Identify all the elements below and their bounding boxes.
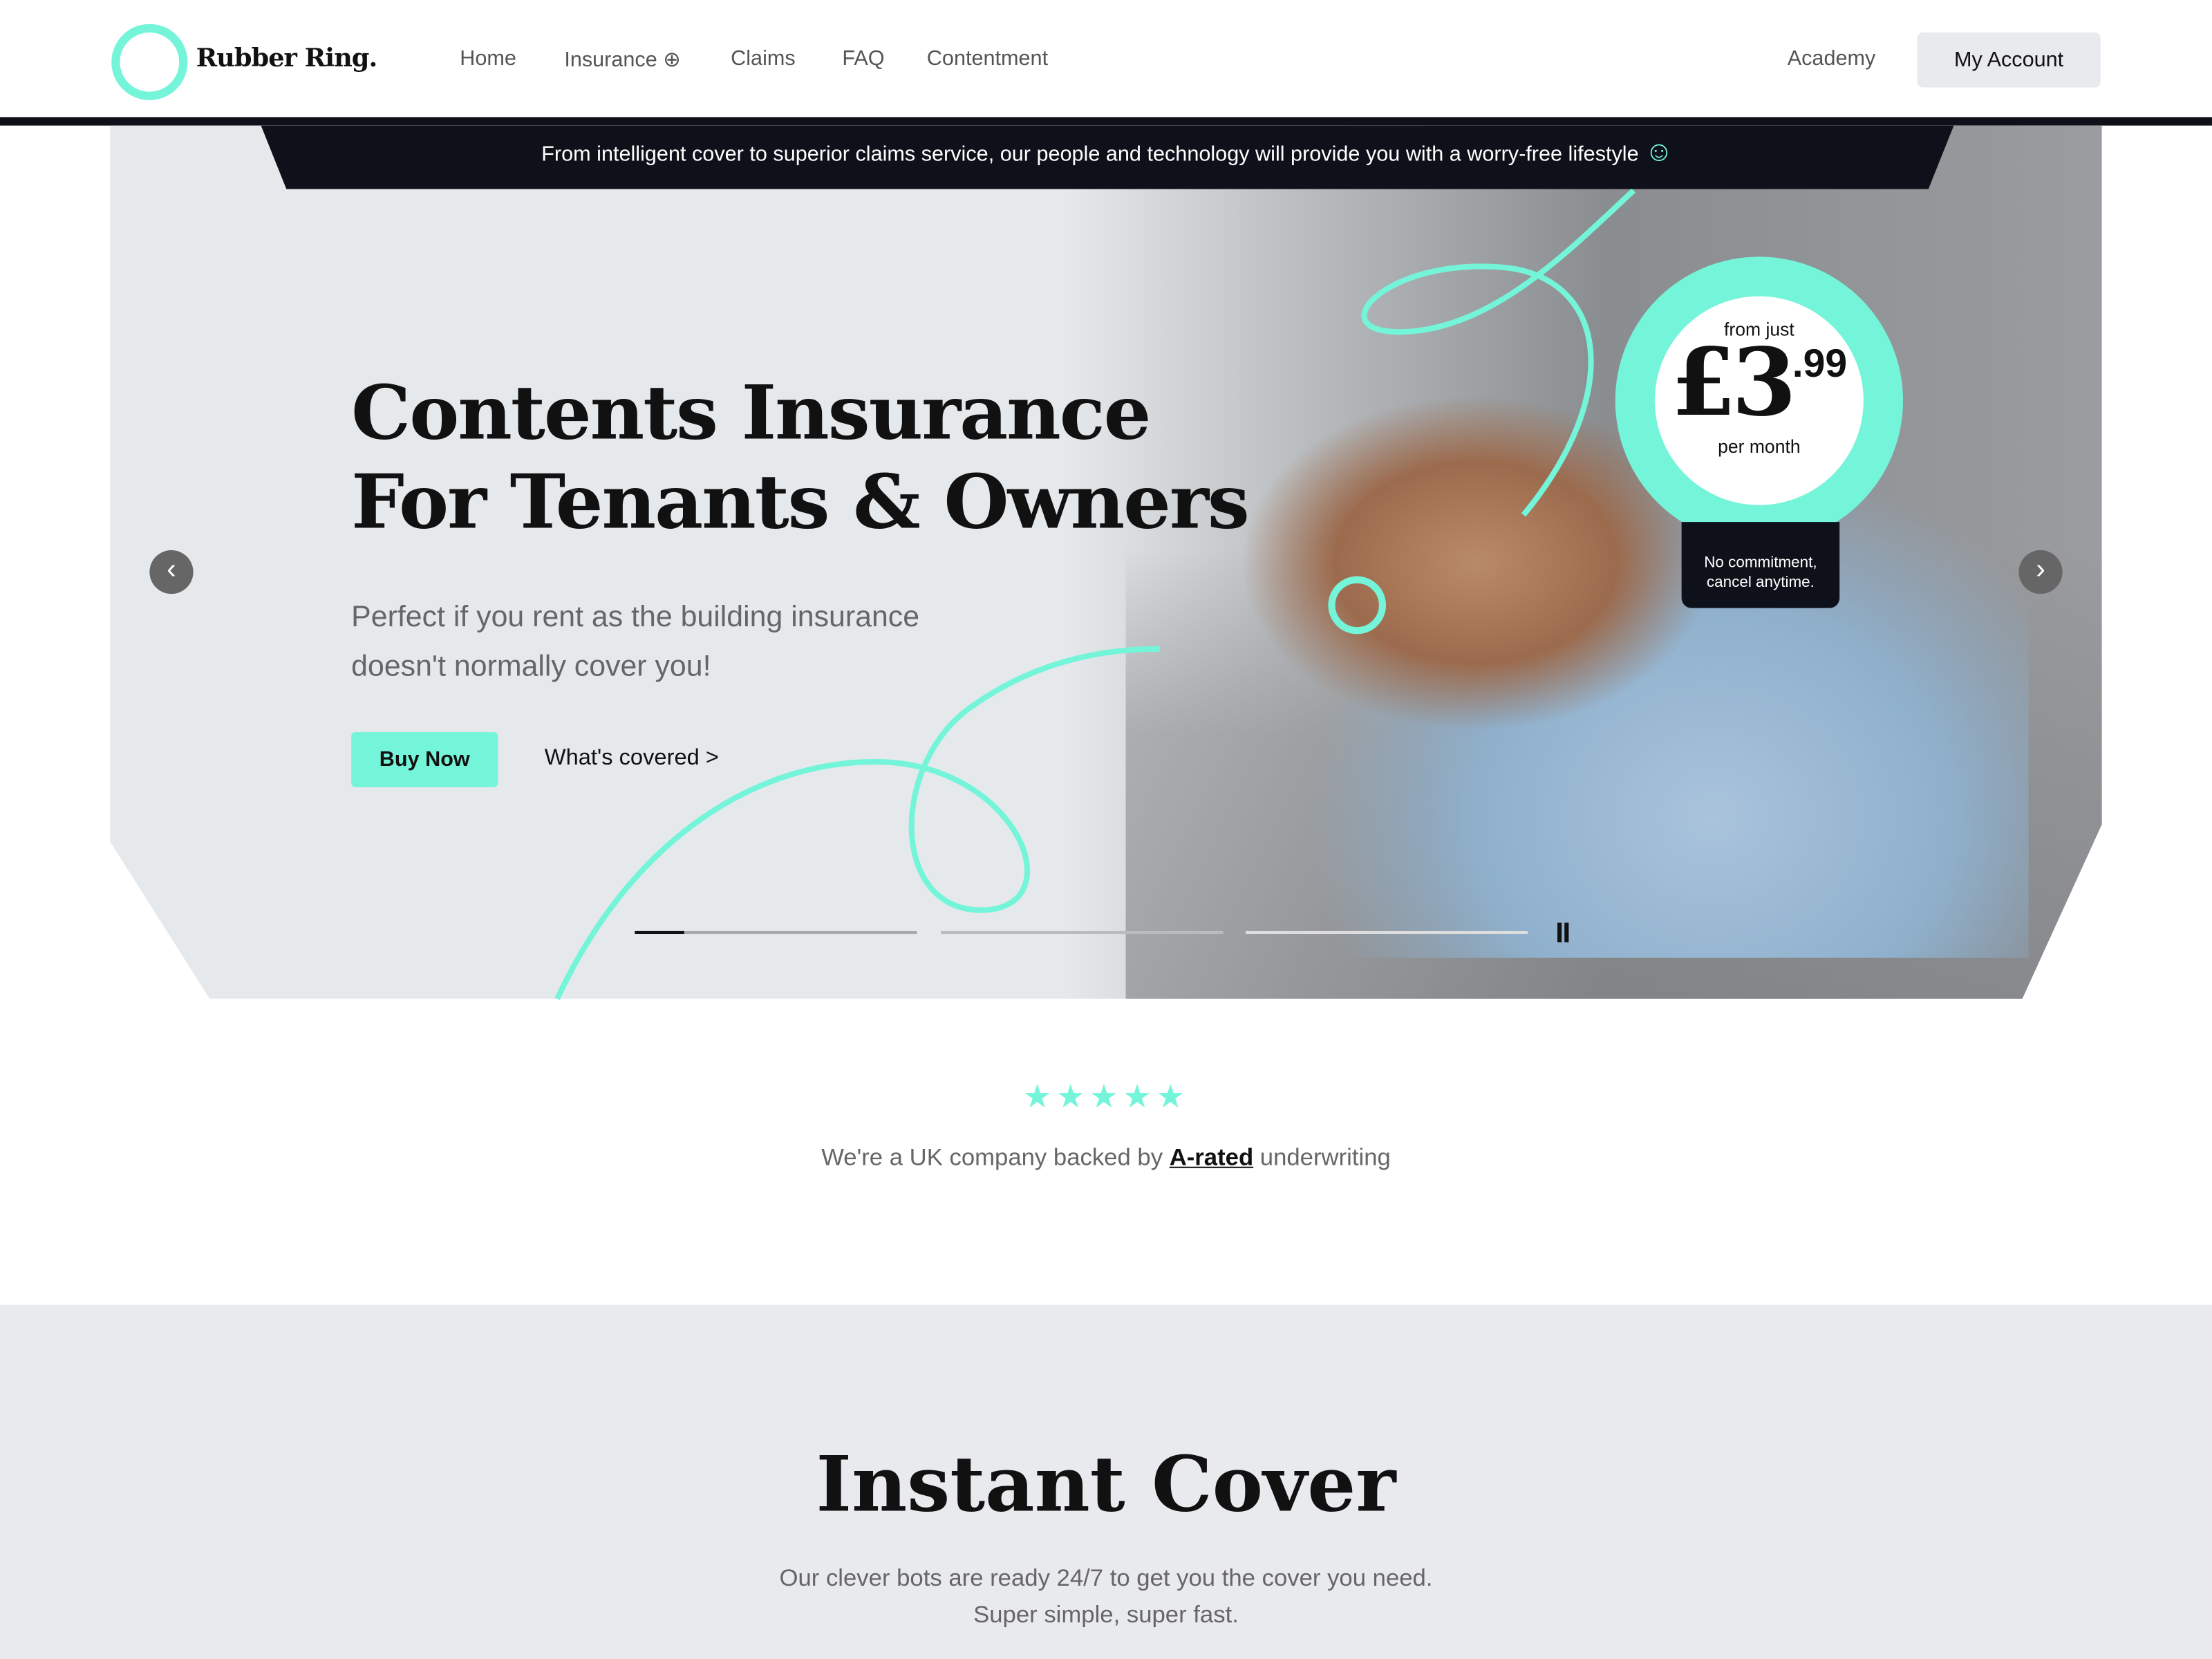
carousel-indicator-1[interactable]	[635, 930, 917, 935]
carousel-indicator-3[interactable]	[1246, 930, 1528, 935]
buy-now-button[interactable]: Buy Now	[351, 732, 498, 787]
price-period: per month	[1718, 435, 1801, 458]
instant-cover-line-2: Super simple, super fast.	[973, 1601, 1239, 1629]
instant-cover-description: Our clever bots are ready 24/7 to get yo…	[0, 1560, 2212, 1633]
hero-subtitle-line-2: doesn't normally cover you!	[351, 650, 711, 683]
smiley-heart-icon: ☺	[1644, 136, 1674, 168]
price-amount: £3.99	[1655, 336, 1864, 429]
hero-title-line-1: Contents Insurance	[351, 369, 1151, 458]
price-pence: .99	[1792, 341, 1848, 386]
carousel-prev-button[interactable]: ‹	[149, 550, 194, 594]
hero-title: Contents Insurance For Tenants & Owners	[351, 369, 1250, 547]
carousel-next-button[interactable]: ›	[2018, 550, 2063, 594]
note-line-1: No commitment,	[1704, 554, 1817, 572]
whats-covered-link[interactable]: What's covered >	[545, 747, 719, 772]
promo-banner: From intelligent cover to superior claim…	[261, 125, 1954, 189]
hero-subtitle-line-1: Perfect if you rent as the building insu…	[351, 601, 920, 634]
price-pounds: £3	[1671, 327, 1797, 438]
instant-cover-title: Instant Cover	[816, 1438, 1396, 1530]
banner-text: From intelligent cover to superior claim…	[541, 142, 1639, 167]
price-badge: from just £3.99 per month	[1615, 256, 1904, 545]
note-line-2: cancel anytime.	[1706, 574, 1815, 592]
trust-text-after: underwriting	[1253, 1144, 1391, 1171]
trust-statement: We're a UK company backed by A-rated und…	[0, 1144, 2212, 1172]
rating-stars: ★★★★★	[1022, 1078, 1190, 1115]
hero-title-line-2: For Tenants & Owners	[351, 458, 1250, 546]
a-rated-link[interactable]: A-rated	[1170, 1144, 1253, 1171]
instant-cover-line-1: Our clever bots are ready 24/7 to get yo…	[779, 1564, 1433, 1592]
carousel-indicator-2[interactable]	[941, 930, 1224, 935]
hero-subtitle: Perfect if you rent as the building insu…	[351, 592, 972, 691]
pause-icon[interactable]	[1557, 922, 1562, 943]
trust-text-before: We're a UK company backed by	[821, 1144, 1170, 1171]
no-commitment-note: No commitment, cancel anytime.	[1681, 522, 1840, 608]
